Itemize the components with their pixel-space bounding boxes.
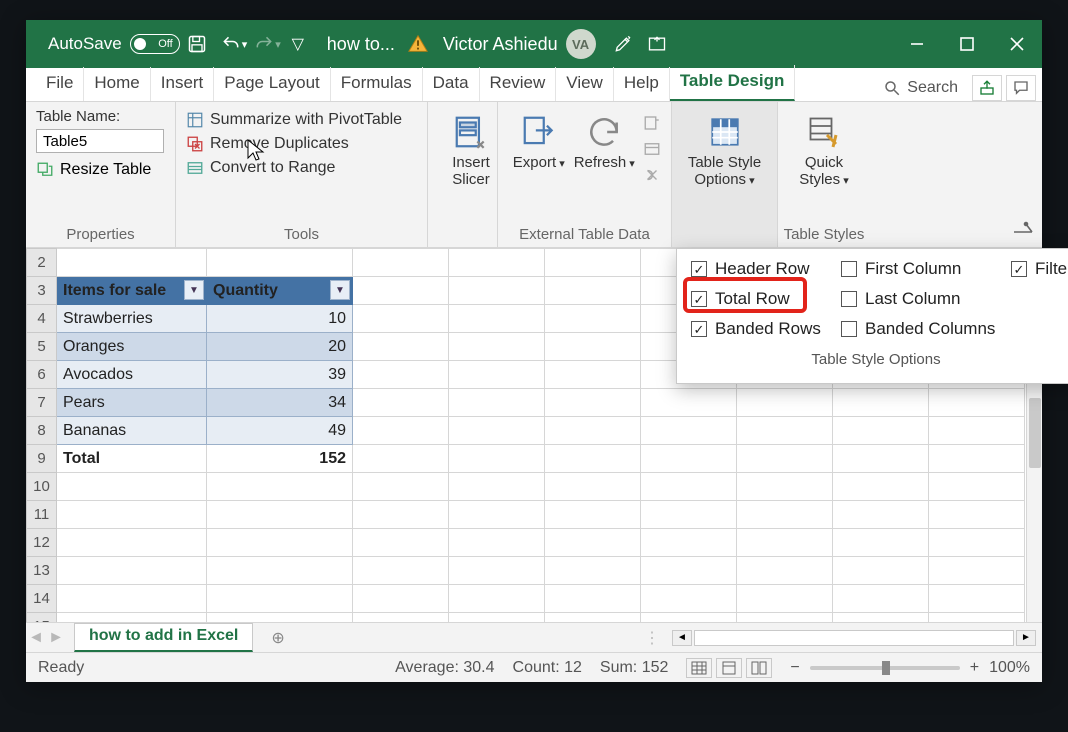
- table-name-input[interactable]: [36, 129, 164, 153]
- add-sheet-button[interactable]: ⊕: [271, 628, 284, 648]
- sheet-prev-icon[interactable]: ◄: [26, 629, 46, 647]
- popup-title: Table Style Options: [691, 351, 1061, 368]
- chk-first-column[interactable]: First Column: [841, 259, 1011, 279]
- tab-insert[interactable]: Insert: [151, 67, 215, 101]
- autosave-label: AutoSave: [48, 34, 122, 54]
- status-count: Count: 12: [513, 659, 582, 677]
- status-average: Average: 30.4: [395, 659, 494, 677]
- sheet-tab-active[interactable]: how to add in Excel: [74, 623, 253, 652]
- avatar[interactable]: VA: [566, 29, 596, 59]
- status-sum: Sum: 152: [600, 659, 668, 677]
- pen-icon[interactable]: [606, 20, 640, 68]
- tab-table-design[interactable]: Table Design: [670, 65, 796, 101]
- autosave-toggle[interactable]: AutoSave Off: [48, 34, 180, 54]
- table-name-label: Table Name:: [36, 108, 165, 125]
- group-table-styles: QuickStyles Table Styles: [778, 102, 870, 247]
- ribbon-display-icon[interactable]: [640, 20, 674, 68]
- toggle-icon: Off: [130, 34, 180, 54]
- sheet-next-icon[interactable]: ►: [46, 629, 66, 647]
- group-external-data: Export Refresh External Table Data: [498, 102, 672, 247]
- tab-page-layout[interactable]: Page Layout: [214, 67, 330, 101]
- chk-total-row[interactable]: Total Row: [691, 289, 841, 309]
- summarize-pivottable-button[interactable]: Summarize with PivotTable: [186, 108, 417, 132]
- comments-button[interactable]: [1006, 75, 1036, 101]
- tab-file[interactable]: File: [36, 67, 84, 101]
- resize-table-button[interactable]: Resize Table: [36, 161, 165, 179]
- user-name: Victor Ashiedu: [443, 34, 558, 55]
- ribbon-tabs: File Home Insert Page Layout Formulas Da…: [26, 68, 1042, 102]
- document-title: how to...: [327, 34, 395, 55]
- sheet-tab-bar: ◄ ► how to add in Excel ⊕ ⋮ ◄►: [26, 622, 1042, 652]
- tab-view[interactable]: View: [556, 67, 614, 101]
- excel-window: AutoSave Off ▾ ▾ ▽ how to... Victor Ashi…: [26, 20, 1042, 682]
- export-button[interactable]: Export: [508, 108, 570, 184]
- zoom-slider[interactable]: −+ 100%: [790, 659, 1030, 677]
- refresh-button[interactable]: Refresh: [574, 108, 636, 184]
- group-properties: Table Name: Resize Table Properties: [26, 102, 176, 247]
- status-ready: Ready: [38, 659, 84, 677]
- view-page-break-icon[interactable]: [746, 658, 772, 678]
- remove-duplicates-button[interactable]: Remove Duplicates: [186, 132, 417, 156]
- convert-to-range-button[interactable]: Convert to Range: [186, 156, 417, 180]
- table-style-options-button[interactable]: Table StyleOptions: [682, 108, 767, 188]
- table-style-options-popup: Header Row First Column Filter Total Row…: [676, 248, 1068, 384]
- insert-slicer-button[interactable]: InsertSlicer: [438, 108, 504, 188]
- zoom-value: 100%: [989, 659, 1030, 677]
- tab-help[interactable]: Help: [614, 67, 670, 101]
- customize-dropdown-icon[interactable]: ▽: [281, 20, 315, 68]
- view-normal-icon[interactable]: [686, 658, 712, 678]
- horizontal-scrollbar[interactable]: ◄►: [672, 630, 1042, 646]
- minimize-button[interactable]: [892, 20, 942, 68]
- search-label: Search: [907, 79, 958, 97]
- chk-filter-button[interactable]: Filter: [1011, 259, 1068, 279]
- save-icon[interactable]: [180, 20, 214, 68]
- tab-review[interactable]: Review: [480, 67, 557, 101]
- share-button[interactable]: [972, 75, 1002, 101]
- tab-formulas[interactable]: Formulas: [331, 67, 423, 101]
- quick-styles-button[interactable]: QuickStyles: [788, 108, 860, 188]
- view-page-layout-icon[interactable]: [716, 658, 742, 678]
- filter-dropdown-icon[interactable]: ▼: [330, 280, 350, 300]
- chk-banded-rows[interactable]: Banded Rows: [691, 319, 841, 339]
- group-table-style-options: Table StyleOptions: [672, 102, 778, 247]
- chk-header-row[interactable]: Header Row: [691, 259, 841, 279]
- chk-last-column[interactable]: Last Column: [841, 289, 1011, 309]
- close-button[interactable]: [992, 20, 1042, 68]
- ribbon-body: Table Name: Resize Table Properties Summ…: [26, 102, 1042, 248]
- collapse-ribbon-icon[interactable]: [1012, 220, 1034, 239]
- titlebar: AutoSave Off ▾ ▾ ▽ how to... Victor Ashi…: [26, 20, 1042, 68]
- maximize-button[interactable]: [942, 20, 992, 68]
- tab-home[interactable]: Home: [84, 67, 150, 101]
- group-tools: Summarize with PivotTable Remove Duplica…: [176, 102, 428, 247]
- warning-icon: [407, 33, 429, 55]
- chk-banded-columns[interactable]: Banded Columns: [841, 319, 1011, 339]
- search-box[interactable]: Search: [873, 75, 968, 101]
- filter-dropdown-icon[interactable]: ▼: [184, 280, 204, 300]
- group-slicer: InsertSlicer: [428, 102, 498, 247]
- tab-data[interactable]: Data: [423, 67, 480, 101]
- status-bar: Ready Average: 30.4 Count: 12 Sum: 152 −…: [26, 652, 1042, 682]
